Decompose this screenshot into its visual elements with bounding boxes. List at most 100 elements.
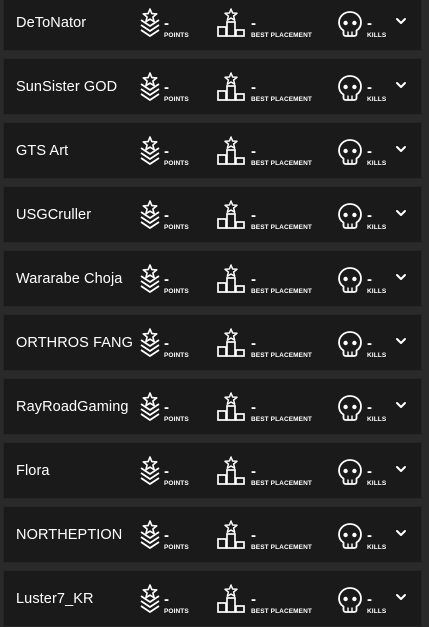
best-placement-stat: - BEST PLACEMENT [216, 250, 326, 307]
points-label: POINTS [164, 352, 189, 359]
kills-stat: - KILLS [337, 250, 397, 307]
kills-value: - [367, 463, 372, 480]
chevron-down-icon[interactable] [395, 208, 407, 218]
kills-stat: - KILLS [337, 186, 397, 243]
kills-label: KILLS [367, 544, 387, 551]
chevron-down-icon[interactable] [395, 336, 407, 346]
best-placement-value: - [251, 15, 256, 32]
chevron-down-icon[interactable] [395, 144, 407, 154]
points-stat: - POINTS [138, 0, 198, 51]
chevron-down-icon[interactable] [395, 80, 407, 90]
kills-value: - [367, 399, 372, 416]
best-placement-stat: - BEST PLACEMENT [216, 570, 326, 627]
skull-icon [338, 459, 362, 485]
player-name: GTS Art [16, 142, 69, 159]
chevron-down-icon[interactable] [395, 272, 407, 282]
player-row[interactable]: Flora - POINTS - BEST PLACEMENT - KILLS [3, 442, 422, 499]
player-name: Luster7_KR [16, 590, 94, 607]
kills-label: KILLS [367, 416, 387, 423]
podium-icon [217, 136, 245, 165]
podium-icon [217, 520, 245, 549]
points-value: - [164, 79, 169, 96]
points-stat: - POINTS [138, 122, 198, 179]
points-chevron-star-icon [140, 392, 160, 421]
chevron-down-icon[interactable] [395, 400, 407, 410]
kills-label: KILLS [367, 480, 387, 487]
skull-icon [338, 11, 362, 37]
best-placement-value: - [251, 591, 256, 608]
kills-stat: - KILLS [337, 506, 397, 563]
best-placement-stat: - BEST PLACEMENT [216, 314, 326, 371]
points-label: POINTS [164, 96, 189, 103]
kills-label: KILLS [367, 224, 387, 231]
chevron-down-icon[interactable] [395, 16, 407, 26]
points-value: - [164, 399, 169, 416]
kills-value: - [367, 15, 372, 32]
points-stat: - POINTS [138, 378, 198, 435]
kills-value: - [367, 143, 372, 160]
podium-icon [217, 456, 245, 485]
kills-label: KILLS [367, 32, 387, 39]
best-placement-label: BEST PLACEMENT [251, 608, 312, 615]
best-placement-label: BEST PLACEMENT [251, 544, 312, 551]
points-stat: - POINTS [138, 442, 198, 499]
points-label: POINTS [164, 288, 189, 295]
best-placement-value: - [251, 271, 256, 288]
points-value: - [164, 271, 169, 288]
kills-label: KILLS [367, 608, 387, 615]
best-placement-value: - [251, 527, 256, 544]
best-placement-value: - [251, 335, 256, 352]
points-label: POINTS [164, 32, 189, 39]
best-placement-label: BEST PLACEMENT [251, 32, 312, 39]
best-placement-label: BEST PLACEMENT [251, 288, 312, 295]
points-value: - [164, 207, 169, 224]
player-row[interactable]: ORTHROS FANG - POINTS - BEST PLACEMENT -… [3, 314, 422, 371]
player-name: USGCruller [16, 206, 92, 223]
player-row[interactable]: USGCruller - POINTS - BEST PLACEMENT - K… [3, 186, 422, 243]
podium-icon [217, 200, 245, 229]
kills-value: - [367, 527, 372, 544]
points-value: - [164, 463, 169, 480]
podium-icon [217, 264, 245, 293]
player-name: Wararabe Choja [16, 270, 123, 287]
points-chevron-star-icon [140, 328, 160, 357]
player-name: SunSister GOD [16, 78, 118, 95]
best-placement-stat: - BEST PLACEMENT [216, 186, 326, 243]
skull-icon [338, 587, 362, 613]
kills-stat: - KILLS [337, 0, 397, 51]
chevron-down-icon[interactable] [395, 592, 407, 602]
skull-icon [338, 75, 362, 101]
best-placement-label: BEST PLACEMENT [251, 224, 312, 231]
points-chevron-star-icon [140, 200, 160, 229]
player-row[interactable]: NORTHEPTION - POINTS - BEST PLACEMENT - … [3, 506, 422, 563]
points-value: - [164, 335, 169, 352]
best-placement-label: BEST PLACEMENT [251, 352, 312, 359]
player-name: NORTHEPTION [16, 526, 123, 543]
kills-label: KILLS [367, 96, 387, 103]
points-label: POINTS [164, 224, 189, 231]
player-row[interactable]: GTS Art - POINTS - BEST PLACEMENT - KILL… [3, 122, 422, 179]
best-placement-label: BEST PLACEMENT [251, 480, 312, 487]
chevron-down-icon[interactable] [395, 528, 407, 538]
points-label: POINTS [164, 480, 189, 487]
player-row[interactable]: Wararabe Choja - POINTS - BEST PLACEMENT… [3, 250, 422, 307]
points-chevron-star-icon [140, 72, 160, 101]
kills-value: - [367, 335, 372, 352]
points-stat: - POINTS [138, 506, 198, 563]
best-placement-label: BEST PLACEMENT [251, 96, 312, 103]
player-row[interactable]: RayRoadGaming - POINTS - BEST PLACEMENT … [3, 378, 422, 435]
points-stat: - POINTS [138, 314, 198, 371]
player-row[interactable]: DeToNator - POINTS - BEST PLACEMENT - KI… [3, 0, 422, 51]
best-placement-value: - [251, 143, 256, 160]
player-row[interactable]: SunSister GOD - POINTS - BEST PLACEMENT … [3, 58, 422, 115]
kills-label: KILLS [367, 288, 387, 295]
podium-icon [217, 392, 245, 421]
points-chevron-star-icon [140, 456, 160, 485]
points-chevron-star-icon [140, 264, 160, 293]
kills-value: - [367, 271, 372, 288]
chevron-down-icon[interactable] [395, 464, 407, 474]
points-stat: - POINTS [138, 58, 198, 115]
player-row[interactable]: Luster7_KR - POINTS - BEST PLACEMENT - K… [3, 570, 422, 627]
player-name: RayRoadGaming [16, 398, 129, 415]
points-stat: - POINTS [138, 570, 198, 627]
